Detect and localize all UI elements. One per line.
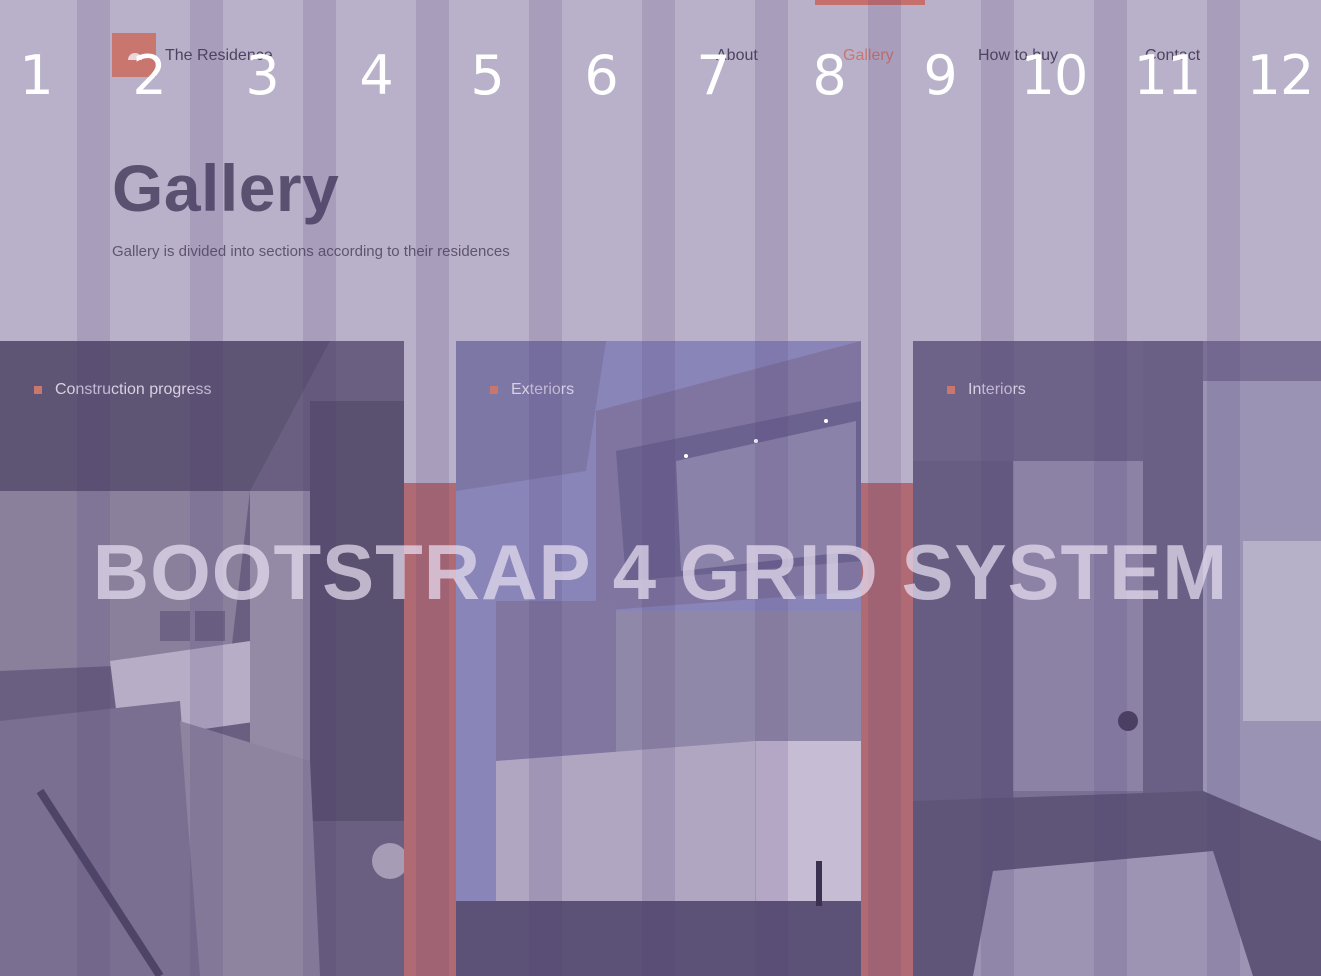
- gutter-right: [861, 483, 913, 976]
- page-title: Gallery: [112, 151, 340, 225]
- dome-icon: [128, 53, 142, 60]
- logo-icon[interactable]: [112, 33, 156, 77]
- bullet-icon: [34, 386, 42, 394]
- brand-name[interactable]: The Residence: [165, 47, 273, 65]
- grid-column-number: 1: [19, 44, 53, 107]
- card-label: Interiors: [947, 381, 1026, 399]
- card-label-text: Exteriors: [511, 381, 575, 398]
- grid-column-number: 5: [470, 44, 504, 107]
- exteriors-image: [456, 341, 861, 976]
- card-exteriors[interactable]: Exteriors: [456, 341, 861, 976]
- nav-active-indicator: [815, 0, 925, 5]
- grid-column-number: 12: [1246, 44, 1315, 107]
- nav-item-contact[interactable]: Contact: [1145, 47, 1200, 65]
- card-interiors[interactable]: Interiors: [913, 341, 1321, 976]
- nav-item-how-to-buy[interactable]: How to buy: [978, 47, 1058, 65]
- card-label: Construction progress: [34, 381, 212, 399]
- grid-column-number: 6: [584, 44, 618, 107]
- interiors-image: [913, 341, 1321, 976]
- card-label: Exteriors: [490, 381, 574, 399]
- nav-item-about[interactable]: About: [716, 47, 758, 65]
- grid-column-number: 9: [923, 44, 957, 107]
- card-label-text: Interiors: [968, 381, 1026, 398]
- page-subtitle: Gallery is divided into sections accordi…: [112, 243, 510, 260]
- construction-progress-image: [0, 341, 404, 976]
- nav-item-gallery[interactable]: Gallery: [843, 47, 894, 65]
- bullet-icon: [947, 386, 955, 394]
- gutter-left: [404, 483, 456, 976]
- bullet-icon: [490, 386, 498, 394]
- gallery-page: The Residence About Gallery How to buy C…: [0, 0, 1321, 976]
- card-construction-progress[interactable]: Construction progress: [0, 341, 404, 976]
- grid-column-number: 4: [359, 44, 393, 107]
- card-label-text: Construction progress: [55, 381, 212, 398]
